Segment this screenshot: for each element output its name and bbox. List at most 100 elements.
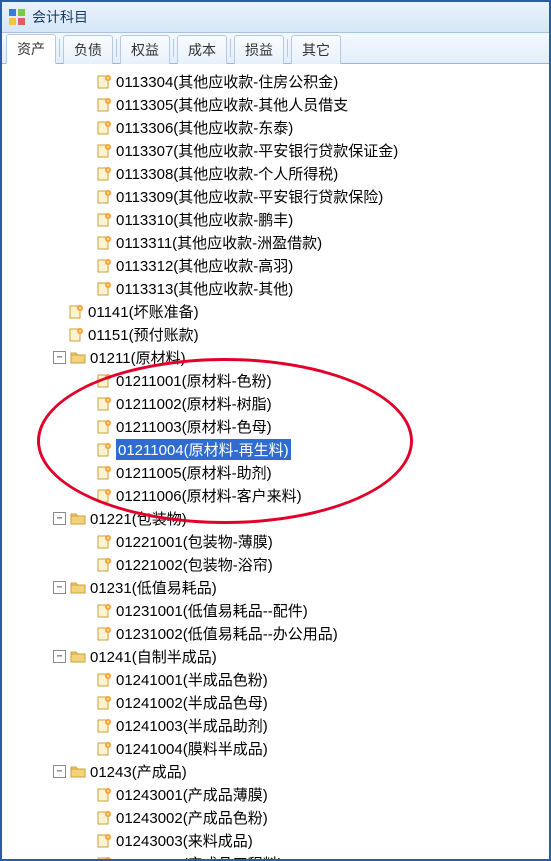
account-leaf-icon [96,143,112,159]
tree-item-label[interactable]: 0113306(其他应收款-东泰) [116,117,293,138]
account-leaf-icon [96,166,112,182]
tree-item-label[interactable]: 01231(低值易耗品) [90,577,217,598]
tree-item-label[interactable]: 01221002(包装物-浴帘) [116,554,273,575]
tree-row[interactable]: 01211002(原材料-树脂) [2,392,549,415]
tree-row[interactable]: − 01241(自制半成品) [2,645,549,668]
tree-row[interactable]: 0113312(其他应收款-高羽) [2,254,549,277]
tree-item-label[interactable]: 0113308(其他应收款-个人所得税) [116,163,338,184]
tree-item-label[interactable]: 0113313(其他应收款-其他) [116,278,293,299]
tree-row[interactable]: 0113313(其他应收款-其他) [2,277,549,300]
tree-row[interactable]: 0113305(其他应收款-其他人员借支 [2,93,549,116]
folder-icon [70,511,86,527]
tree-row[interactable]: 01231001(低值易耗品--配件) [2,599,549,622]
tree-item-label[interactable]: 0113312(其他应收款-高羽) [116,255,293,276]
tree-item-label[interactable]: 01241002(半成品色母) [116,692,268,713]
collapse-icon[interactable]: − [53,650,66,663]
tab-0[interactable]: 资产 [6,34,56,64]
folder-icon [70,350,86,366]
tree-item-label[interactable]: 01221001(包装物-薄膜) [116,531,273,552]
tree-item-label[interactable]: 01241004(膜料半成品) [116,738,268,759]
tree-row[interactable]: − 01231(低值易耗品) [2,576,549,599]
tree-item-label[interactable]: 01231002(低值易耗品--办公用品) [116,623,338,644]
tree-row[interactable]: 01221001(包装物-薄膜) [2,530,549,553]
tree-row[interactable]: − 01221(包装物) [2,507,549,530]
account-leaf-icon [96,557,112,573]
tree-item-label[interactable]: 01243002(产成品色粉) [116,807,268,828]
tree-item-label[interactable]: 01241(自制半成品) [90,646,217,667]
tree-item-label[interactable]: 01243004(产成品工程料) [116,853,283,859]
tree-row[interactable]: 01241002(半成品色母) [2,691,549,714]
tree-item-label[interactable]: 01211006(原材料-客户来料) [116,485,302,506]
collapse-icon[interactable]: − [53,581,66,594]
tab-separator [230,39,231,57]
tree-row[interactable]: − 01211(原材料) [2,346,549,369]
tree-item-label[interactable]: 01243(产成品) [90,761,187,782]
tree-row[interactable]: 01243002(产成品色粉) [2,806,549,829]
tree-row[interactable]: 01231002(低值易耗品--办公用品) [2,622,549,645]
tree-item-label[interactable]: 0113307(其他应收款-平安银行贷款保证金) [116,140,398,161]
tree-item-label[interactable]: 01241003(半成品助剂) [116,715,268,736]
tab-separator [116,39,117,57]
tab-5[interactable]: 其它 [291,35,341,64]
tree-row[interactable]: − 01243(产成品) [2,760,549,783]
account-leaf-icon [96,212,112,228]
account-leaf-icon [96,672,112,688]
account-leaf-icon [96,488,112,504]
tree-item-label[interactable]: 01243003(来料成品) [116,830,253,851]
tree-item-label[interactable]: 01221(包装物) [90,508,187,529]
tree-item-label[interactable]: 01211(原材料) [90,347,186,368]
tree-row[interactable]: 01241001(半成品色粉) [2,668,549,691]
tree-item-label[interactable]: 0113309(其他应收款-平安银行贷款保险) [116,186,383,207]
tree-row[interactable]: 0113310(其他应收款-鹏丰) [2,208,549,231]
tree-row[interactable]: 01211004(原材料-再生料) [2,438,549,461]
folder-icon [70,580,86,596]
tree-item-label[interactable]: 01211005(原材料-助剂) [116,462,272,483]
tree-row[interactable]: 0113311(其他应收款-洲盈借款) [2,231,549,254]
tree-row[interactable]: 01241004(膜料半成品) [2,737,549,760]
tree-row[interactable]: 01211003(原材料-色母) [2,415,549,438]
tree-item-label[interactable]: 01241001(半成品色粉) [116,669,268,690]
tree-item-label[interactable]: 01141(坏账准备) [88,301,199,322]
account-leaf-icon [68,304,84,320]
collapse-icon[interactable]: − [53,351,66,364]
account-leaf-icon [96,74,112,90]
tree-item-label[interactable]: 0113311(其他应收款-洲盈借款) [116,232,322,253]
tree-row[interactable]: 0113304(其他应收款-住房公积金) [2,70,549,93]
tree-item-label[interactable]: 0113304(其他应收款-住房公积金) [116,71,338,92]
collapse-icon[interactable]: − [53,512,66,525]
tree-row[interactable]: 0113306(其他应收款-东泰) [2,116,549,139]
folder-icon [70,649,86,665]
tab-1[interactable]: 负债 [63,35,113,64]
account-leaf-icon [96,626,112,642]
tree-row[interactable]: 0113309(其他应收款-平安银行贷款保险) [2,185,549,208]
tree-item-label[interactable]: 01211001(原材料-色粉) [116,370,272,391]
tab-3[interactable]: 成本 [177,35,227,64]
tree-item-label[interactable]: 01211002(原材料-树脂) [116,393,272,414]
tree-row[interactable]: 0113308(其他应收款-个人所得税) [2,162,549,185]
tree-item-label[interactable]: 01211003(原材料-色母) [116,416,272,437]
account-leaf-icon [96,396,112,412]
tree-row[interactable]: 01241003(半成品助剂) [2,714,549,737]
tree-item-label[interactable]: 01243001(产成品薄膜) [116,784,268,805]
tree-row[interactable]: 01151(预付账款) [2,323,549,346]
tree-row[interactable]: 01211005(原材料-助剂) [2,461,549,484]
tree-row[interactable]: 01221002(包装物-浴帘) [2,553,549,576]
tree-item-label[interactable]: 01211004(原材料-再生料) [116,439,291,460]
tree-row[interactable]: 01211001(原材料-色粉) [2,369,549,392]
tab-4[interactable]: 损益 [234,35,284,64]
tree-row[interactable]: 01141(坏账准备) [2,300,549,323]
tab-2[interactable]: 权益 [120,35,170,64]
tree-row[interactable]: 01243004(产成品工程料) [2,852,549,859]
collapse-icon[interactable]: − [53,765,66,778]
tree-row[interactable]: 01243001(产成品薄膜) [2,783,549,806]
tree-item-label[interactable]: 01231001(低值易耗品--配件) [116,600,308,621]
account-leaf-icon [96,281,112,297]
tree-item-label[interactable]: 0113310(其他应收款-鹏丰) [116,209,293,230]
tree-item-label[interactable]: 01151(预付账款) [88,324,199,345]
tree-item-label[interactable]: 0113305(其他应收款-其他人员借支 [116,94,348,115]
tree-row[interactable]: 01243003(来料成品) [2,829,549,852]
account-tree[interactable]: 0113304(其他应收款-住房公积金)0113305(其他应收款-其他人员借支… [2,66,549,859]
account-leaf-icon [96,97,112,113]
tree-row[interactable]: 01211006(原材料-客户来料) [2,484,549,507]
tree-row[interactable]: 0113307(其他应收款-平安银行贷款保证金) [2,139,549,162]
